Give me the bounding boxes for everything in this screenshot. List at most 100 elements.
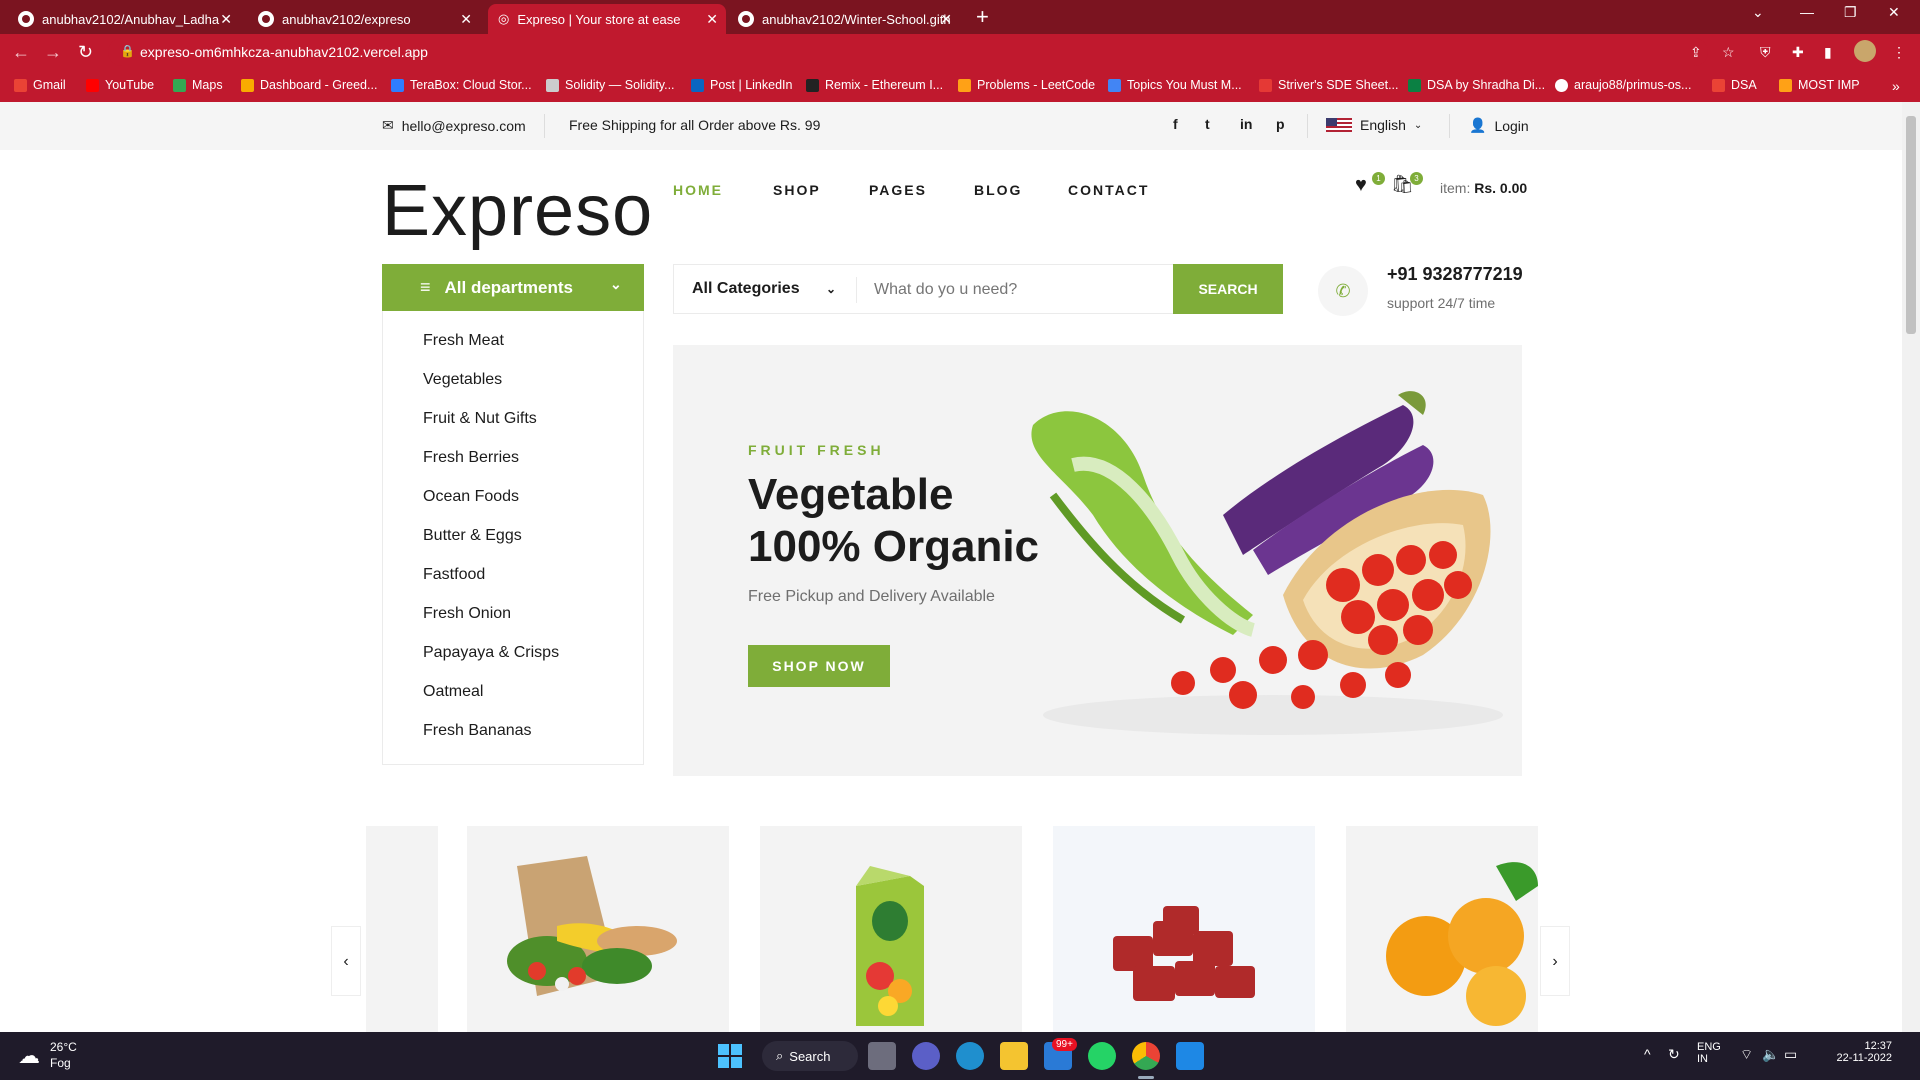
menu-icon[interactable]: ⋮ xyxy=(1892,44,1906,61)
chevron-up-icon[interactable]: ^ xyxy=(1644,1046,1651,1062)
language-selector[interactable]: English ⌄ xyxy=(1326,117,1422,133)
bookmark-striver[interactable]: Striver's SDE Sheet... xyxy=(1259,78,1398,92)
back-icon[interactable]: ← xyxy=(12,42,30,63)
nav-shop[interactable]: SHOP xyxy=(773,182,821,198)
close-window-button[interactable]: ✕ xyxy=(1888,4,1900,21)
linkedin-icon[interactable]: in xyxy=(1240,116,1252,132)
search-button[interactable]: SEARCH xyxy=(1173,264,1283,314)
input-language[interactable]: ENG IN xyxy=(1697,1041,1721,1065)
phone-number[interactable]: +91 9328777219 xyxy=(1387,264,1523,285)
vscode-icon[interactable] xyxy=(1176,1042,1204,1070)
bookmark-linkedin[interactable]: Post | LinkedIn xyxy=(691,78,792,92)
scrollbar-thumb[interactable] xyxy=(1906,116,1916,334)
browser-tab[interactable]: anubhav2102/expreso ✕ xyxy=(248,4,480,34)
product-card[interactable] xyxy=(1346,826,1538,1032)
edge-icon[interactable] xyxy=(956,1042,984,1070)
shield-extension-icon[interactable]: ⛨ xyxy=(1760,44,1771,61)
product-card[interactable] xyxy=(760,826,1022,1032)
extensions-icon[interactable]: ✚ xyxy=(1792,44,1804,61)
file-explorer-icon[interactable] xyxy=(1000,1042,1028,1070)
bookmark-gmail[interactable]: Gmail xyxy=(14,78,66,92)
carousel-prev-button[interactable]: ‹ xyxy=(331,926,361,996)
bookmark-maps[interactable]: Maps xyxy=(173,78,223,92)
wishlist-heart-icon[interactable]: ♥ xyxy=(1355,174,1367,197)
bookmark-terabox[interactable]: TeraBox: Cloud Stor... xyxy=(391,78,532,92)
bookmark-leetcode[interactable]: Problems - LeetCode xyxy=(958,78,1095,92)
address-bar[interactable]: 🔒 expreso-om6mhkcza-anubhav2102.vercel.a… xyxy=(108,38,1708,66)
volume-icon[interactable]: 🔈 xyxy=(1762,1046,1779,1063)
facebook-icon[interactable]: f xyxy=(1173,116,1178,132)
department-item[interactable]: Fresh Meat xyxy=(423,332,504,350)
close-tab-icon[interactable]: ✕ xyxy=(706,11,718,28)
weather-temp: 26°C xyxy=(50,1040,77,1054)
carousel-next-button[interactable]: › xyxy=(1540,926,1570,996)
wifi-icon[interactable]: ⌔ xyxy=(1740,1046,1753,1064)
nav-blog[interactable]: BLOG xyxy=(974,182,1022,198)
department-item[interactable]: Fresh Berries xyxy=(423,449,519,467)
weather-icon[interactable]: ☁ xyxy=(18,1043,40,1069)
bookmark-most-imp[interactable]: MOST IMP xyxy=(1779,78,1860,92)
product-card[interactable] xyxy=(467,826,729,1032)
search-input[interactable] xyxy=(874,273,1174,307)
department-item[interactable]: Fresh Onion xyxy=(423,605,511,623)
site-logo[interactable]: Expreso xyxy=(382,170,653,252)
page-scrollbar[interactable] xyxy=(1902,102,1920,1032)
department-item[interactable]: Oatmeal xyxy=(423,683,483,701)
pinterest-icon[interactable]: p xyxy=(1276,116,1285,132)
github-icon xyxy=(1555,78,1568,92)
product-card[interactable] xyxy=(1053,826,1315,1032)
department-item[interactable]: Ocean Foods xyxy=(423,488,519,506)
close-tab-icon[interactable]: ✕ xyxy=(220,11,232,28)
language-label: English xyxy=(1360,117,1406,133)
close-tab-icon[interactable]: ✕ xyxy=(940,11,952,28)
reload-icon[interactable]: ↻ xyxy=(78,42,93,63)
bookmark-solidity[interactable]: Solidity — Solidity... xyxy=(546,78,675,92)
department-item[interactable]: Fruit & Nut Gifts xyxy=(423,410,537,428)
bookmark-remix[interactable]: Remix - Ethereum I... xyxy=(806,78,943,92)
department-item[interactable]: Butter & Eggs xyxy=(423,527,522,545)
profile-avatar[interactable] xyxy=(1854,40,1876,62)
more-bookmarks-button[interactable]: » xyxy=(1892,78,1900,94)
new-tab-button[interactable]: + xyxy=(976,6,989,28)
bookmark-dashboard[interactable]: Dashboard - Greed... xyxy=(241,78,377,92)
department-item[interactable]: Fresh Bananas xyxy=(423,722,532,740)
close-tab-icon[interactable]: ✕ xyxy=(460,11,472,28)
browser-tab[interactable]: anubhav2102/Anubhav_Ladha ✕ xyxy=(8,4,240,34)
all-departments-toggle[interactable]: ≡ All departments ⌄ xyxy=(382,264,644,311)
nav-pages[interactable]: PAGES xyxy=(869,182,927,198)
department-item[interactable]: Fastfood xyxy=(423,566,485,584)
login-link[interactable]: 👤 Login xyxy=(1469,117,1529,134)
nav-home[interactable]: HOME xyxy=(673,182,723,198)
department-item[interactable]: Vegetables xyxy=(423,371,502,389)
product-card[interactable] xyxy=(366,826,438,1032)
chrome-icon[interactable] xyxy=(1132,1042,1160,1070)
twitter-icon[interactable]: t xyxy=(1205,116,1210,132)
forward-icon[interactable]: → xyxy=(44,42,62,63)
taskbar-search[interactable]: ⌕ Search xyxy=(762,1041,858,1071)
share-icon[interactable]: ⇪ xyxy=(1690,44,1702,61)
shop-now-button[interactable]: SHOP NOW xyxy=(748,645,890,687)
sync-icon[interactable]: ↻ xyxy=(1668,1046,1680,1063)
department-item[interactable]: Papayaya & Crisps xyxy=(423,644,559,662)
category-select[interactable]: All Categories ⌄ xyxy=(692,280,836,298)
minimize-button[interactable]: — xyxy=(1800,4,1814,20)
bookmark-topics[interactable]: Topics You Must M... xyxy=(1108,78,1242,92)
teams-chat-icon[interactable] xyxy=(912,1042,940,1070)
email-contact[interactable]: ✉ hello@expreso.com xyxy=(382,117,526,134)
side-panel-icon[interactable]: ▮ xyxy=(1824,44,1832,61)
task-view-icon[interactable] xyxy=(868,1042,896,1070)
restore-button[interactable]: ❐ xyxy=(1844,4,1857,21)
clock[interactable]: 12:37 22-11-2022 xyxy=(1820,1040,1892,1064)
battery-icon[interactable]: ▭ xyxy=(1784,1046,1797,1063)
tab-search-icon[interactable]: ⌄ xyxy=(1752,4,1764,21)
windows-start-icon[interactable] xyxy=(718,1044,742,1068)
bookmark-youtube[interactable]: YouTube xyxy=(86,78,154,92)
nav-contact[interactable]: CONTACT xyxy=(1068,182,1149,198)
browser-tab[interactable]: anubhav2102/Winter-School.gith ✕ xyxy=(728,4,960,34)
bookmark-dsa-shradha[interactable]: DSA by Shradha Di... xyxy=(1408,78,1545,92)
bookmark-primus[interactable]: araujo88/primus-os... xyxy=(1555,78,1691,92)
whatsapp-icon[interactable] xyxy=(1088,1042,1116,1070)
bookmark-dsa[interactable]: DSA xyxy=(1712,78,1757,92)
bookmark-star-icon[interactable]: ☆ xyxy=(1722,44,1735,61)
browser-tab-active[interactable]: ◎ Expreso | Your store at ease ✕ xyxy=(488,4,726,34)
